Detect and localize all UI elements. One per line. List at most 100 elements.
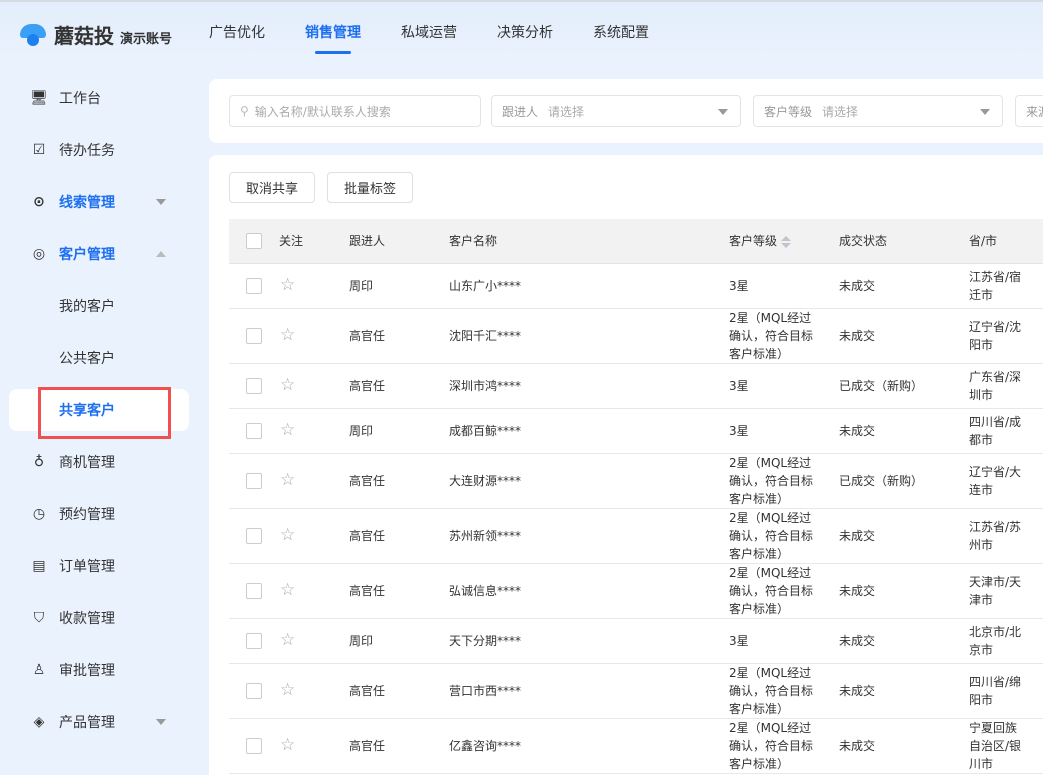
header-follower: 跟进人 xyxy=(349,219,449,263)
source-select[interactable]: 来源 xyxy=(1015,95,1043,127)
tab-system-config[interactable]: 系统配置 xyxy=(593,22,649,48)
cancel-share-button[interactable]: 取消共享 xyxy=(229,172,315,203)
payment-icon: ⛉ xyxy=(30,609,48,627)
chevron-down-icon xyxy=(980,109,990,115)
cell-follower: 高官任 xyxy=(349,563,449,618)
sidebar-item-label: 预约管理 xyxy=(59,504,115,524)
table-row[interactable]: ☆ 高官任 苏州新领**** 2星（MQL经过确认，符合目标客户标准） 未成交 … xyxy=(229,508,1043,563)
sidebar-item-shared-customers[interactable]: 共享客户 xyxy=(9,389,189,431)
level-label: 客户等级 xyxy=(764,103,812,120)
sort-icon[interactable] xyxy=(781,236,791,248)
star-icon[interactable]: ☆ xyxy=(279,375,295,395)
row-checkbox[interactable] xyxy=(246,683,262,699)
cell-name[interactable]: 成都百鲸**** xyxy=(449,408,729,453)
sidebar-item-label: 工作台 xyxy=(59,88,101,108)
sidebar-item-orders[interactable]: ▤订单管理 xyxy=(0,540,200,592)
cell-follower: 高官任 xyxy=(349,308,449,363)
chevron-down-icon xyxy=(718,109,728,115)
search-icon: ⚲ xyxy=(240,104,249,118)
star-icon[interactable]: ☆ xyxy=(279,325,295,345)
cell-name[interactable]: 山东广小**** xyxy=(449,263,729,308)
sidebar-item-opportunities[interactable]: ♁商机管理 xyxy=(0,436,200,488)
sidebar-item-workbench[interactable]: 🖥︎工作台 xyxy=(0,72,200,124)
top-header: 蘑菇投 演示账号 广告优化 销售管理 私域运营 决策分析 系统配置 xyxy=(0,0,1043,62)
sidebar-item-leads[interactable]: ⊙线索管理 xyxy=(0,176,200,228)
cell-name[interactable]: 天下分期**** xyxy=(449,618,729,663)
sidebar-item-todo[interactable]: ☑待办任务 xyxy=(0,124,200,176)
sidebar-item-appointments[interactable]: ◷ 预约管理 xyxy=(0,488,200,540)
row-checkbox[interactable] xyxy=(246,378,262,394)
star-icon[interactable]: ☆ xyxy=(279,630,295,650)
sidebar-item-customers[interactable]: ◎客户管理 xyxy=(0,228,200,280)
cell-status: 未成交 xyxy=(839,718,969,773)
cell-name[interactable]: 亿鑫咨询**** xyxy=(449,718,729,773)
tab-private-domain[interactable]: 私域运营 xyxy=(401,22,457,48)
sidebar-item-payments[interactable]: ⛉ 收款管理 xyxy=(0,592,200,644)
logo[interactable]: 蘑菇投 演示账号 xyxy=(18,20,172,49)
star-icon[interactable]: ☆ xyxy=(279,735,295,755)
star-icon[interactable]: ☆ xyxy=(279,580,295,600)
cell-status: 未成交 xyxy=(839,408,969,453)
row-checkbox[interactable] xyxy=(246,738,262,754)
level-select[interactable]: 客户等级请选择 xyxy=(753,95,1003,127)
star-icon[interactable]: ☆ xyxy=(279,420,295,440)
table-row[interactable]: ☆ 高官任 亿鑫咨询**** 2星（MQL经过确认，符合目标客户标准） 未成交 … xyxy=(229,718,1043,773)
table-header-row: 关注 跟进人 客户名称 客户等级 成交状态 省/市 xyxy=(229,219,1043,263)
star-icon[interactable]: ☆ xyxy=(279,525,295,545)
table-row[interactable]: ☆ 周印 天下分期**** 3星 未成交 北京市/北京市 xyxy=(229,618,1043,663)
tab-ad-optimization[interactable]: 广告优化 xyxy=(209,22,265,48)
header-province: 省/市 xyxy=(969,219,1043,263)
table-row[interactable]: ☆ 周印 成都百鲸**** 3星 未成交 四川省/成都市 xyxy=(229,408,1043,453)
sidebar-item-approvals[interactable]: ♙ 审批管理 xyxy=(0,644,200,696)
cell-level: 3星 xyxy=(729,422,819,440)
table-row[interactable]: ☆ 高官任 弘诚信息**** 2星（MQL经过确认，符合目标客户标准） 未成交 … xyxy=(229,563,1043,618)
star-icon[interactable]: ☆ xyxy=(279,275,295,295)
row-checkbox[interactable] xyxy=(246,473,262,489)
table-row[interactable]: ☆ 高官任 营口市西**** 2星（MQL经过确认，符合目标客户标准） 未成交 … xyxy=(229,663,1043,718)
star-icon[interactable]: ☆ xyxy=(279,680,295,700)
header-status: 成交状态 xyxy=(839,219,969,263)
star-icon[interactable]: ☆ xyxy=(279,470,295,490)
brand-name: 蘑菇投 xyxy=(54,20,114,49)
cell-name[interactable]: 苏州新领**** xyxy=(449,508,729,563)
cell-name[interactable]: 弘诚信息**** xyxy=(449,563,729,618)
cell-level: 2星（MQL经过确认，符合目标客户标准） xyxy=(729,664,819,718)
cell-name[interactable]: 深圳市鸿**** xyxy=(449,363,729,408)
stamp-icon: ♙ xyxy=(30,661,48,679)
sidebar-item-label: 产品管理 xyxy=(59,712,115,732)
sidebar-item-label: 审批管理 xyxy=(59,660,115,680)
cell-status: 已成交（新购） xyxy=(839,453,969,508)
table-row[interactable]: ☆ 高官任 沈阳千汇**** 2星（MQL经过确认，符合目标客户标准） 未成交 … xyxy=(229,308,1043,363)
cell-name[interactable]: 营口市西**** xyxy=(449,663,729,718)
cell-name[interactable]: 大连财源**** xyxy=(449,453,729,508)
cell-name[interactable]: 沈阳千汇**** xyxy=(449,308,729,363)
tab-sales-management[interactable]: 销售管理 xyxy=(305,22,361,48)
select-all-checkbox[interactable] xyxy=(246,233,262,249)
cell-status: 未成交 xyxy=(839,563,969,618)
cell-province: 江苏省/宿迁市 xyxy=(969,268,1025,304)
level-placeholder: 请选择 xyxy=(822,103,858,120)
row-checkbox[interactable] xyxy=(246,528,262,544)
sidebar-item-label: 客户管理 xyxy=(59,244,115,264)
cell-follower: 周印 xyxy=(349,618,449,663)
table-row[interactable]: ☆ 周印 山东广小**** 3星 未成交 江苏省/宿迁市 xyxy=(229,263,1043,308)
table-row[interactable]: ☆ 高官任 深圳市鸿**** 3星 已成交（新购） 广东省/深圳市 xyxy=(229,363,1043,408)
sidebar-item-public-customers[interactable]: 公共客户 xyxy=(0,332,200,384)
row-checkbox[interactable] xyxy=(246,328,262,344)
header-level[interactable]: 客户等级 xyxy=(729,219,839,263)
table-row[interactable]: ☆ 高官任 大连财源**** 2星（MQL经过确认，符合目标客户标准） 已成交（… xyxy=(229,453,1043,508)
clock-icon: ◷ xyxy=(30,505,48,523)
follower-select[interactable]: 跟进人请选择 xyxy=(491,95,741,127)
batch-tag-button[interactable]: 批量标签 xyxy=(327,172,413,203)
row-checkbox[interactable] xyxy=(246,423,262,439)
sidebar-item-products[interactable]: ◈产品管理 xyxy=(0,696,200,748)
row-checkbox[interactable] xyxy=(246,583,262,599)
row-checkbox[interactable] xyxy=(246,633,262,649)
tab-decision-analysis[interactable]: 决策分析 xyxy=(497,22,553,48)
sidebar-item-my-customers[interactable]: 我的客户 xyxy=(0,280,200,332)
header-follow: 关注 xyxy=(279,219,349,263)
cell-province: 江苏省/苏州市 xyxy=(969,518,1025,554)
sidebar-item-label: 收款管理 xyxy=(59,608,115,628)
row-checkbox[interactable] xyxy=(246,278,262,294)
search-input[interactable]: ⚲输入名称/默认联系人搜索 xyxy=(229,95,481,127)
